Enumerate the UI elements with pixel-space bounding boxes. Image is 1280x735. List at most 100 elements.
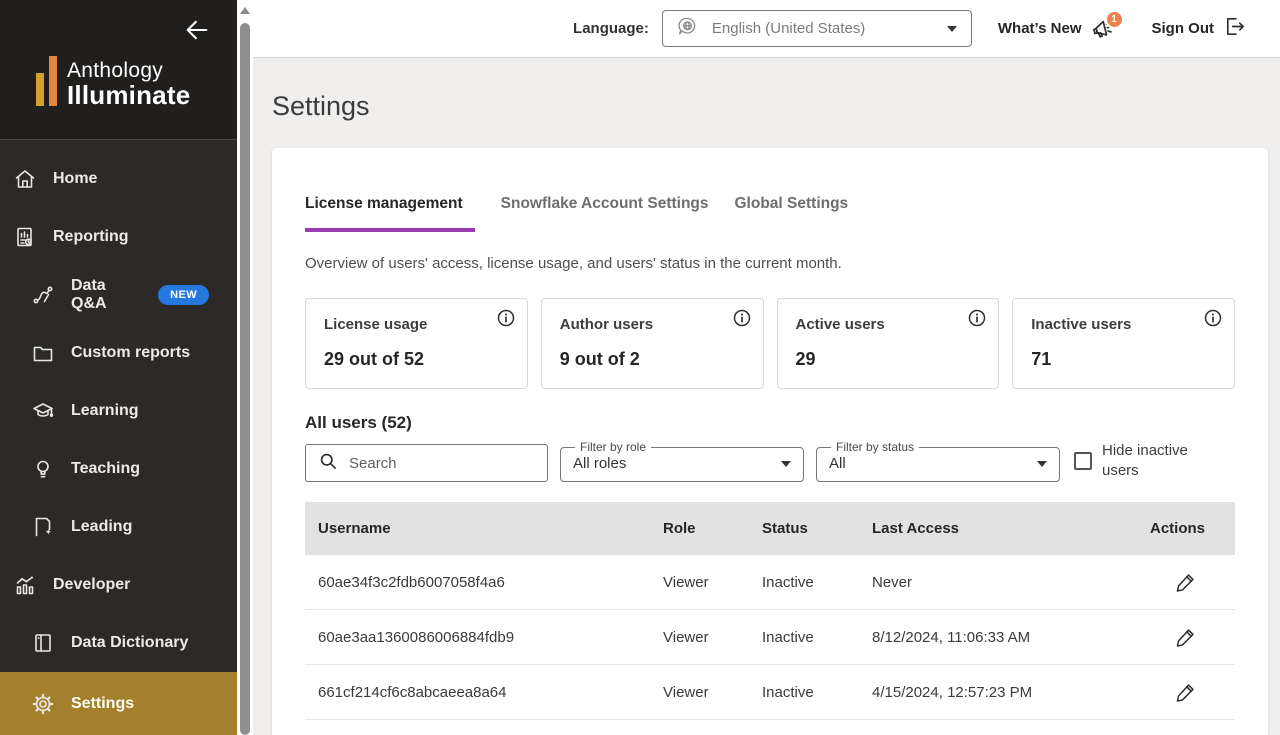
home-icon <box>12 166 38 192</box>
data-qa-icon <box>30 282 56 308</box>
sidebar-item-settings[interactable]: Settings <box>0 672 237 735</box>
filter-by-status-select[interactable]: Filter by status All <box>816 440 1060 482</box>
cell-last-access: 4/15/2024, 12:57:23 PM <box>872 683 1033 701</box>
cell-last-access: 8/12/2024, 11:06:33 AM <box>872 628 1031 646</box>
graduation-cap-icon <box>30 398 56 424</box>
sidebar-item-label: Learning <box>71 402 139 419</box>
analytics-chart-icon <box>12 572 38 598</box>
overview-description: Overview of users' access, license usage… <box>305 255 842 272</box>
sidebar-item-label: Reporting <box>53 228 129 245</box>
table-row: 60ae34f3c2fdb6007058f4a6 Viewer Inactive… <box>305 555 1235 610</box>
sidebar-item-home[interactable]: Home <box>0 150 237 208</box>
sidebar-item-label: Home <box>53 170 98 187</box>
stat-title: Inactive users <box>1031 316 1132 333</box>
lightbulb-icon <box>30 456 56 482</box>
logout-icon <box>1223 15 1246 42</box>
settings-card: License management Snowflake Account Set… <box>272 148 1268 735</box>
filter-by-role-select[interactable]: Filter by role All roles <box>560 440 804 482</box>
megaphone-icon: 1 <box>1090 9 1124 41</box>
stat-value: 71 <box>1031 349 1052 369</box>
chevron-down-icon <box>946 25 957 32</box>
new-badge: NEW <box>158 285 209 305</box>
scrollbar-up-arrow-icon[interactable] <box>240 7 250 14</box>
edit-pencil-icon[interactable] <box>1173 680 1197 704</box>
settings-tabs: License management Snowflake Account Set… <box>305 148 1235 232</box>
users-table-header: Username Role Status Last Access Actions <box>305 502 1235 555</box>
scrollbar-thumb[interactable] <box>240 23 250 735</box>
whats-new-badge: 1 <box>1104 9 1124 29</box>
sign-out-button[interactable]: Sign Out <box>1152 15 1247 42</box>
topbar: Language: English (United States) What’s… <box>253 0 1280 58</box>
tab-snowflake-account-settings[interactable]: Snowflake Account Settings <box>501 195 709 232</box>
cell-status: Inactive <box>762 683 814 701</box>
edit-pencil-icon[interactable] <box>1173 570 1197 594</box>
filter-row: Filter by role All roles Filter by statu… <box>305 440 1235 482</box>
stat-title: License usage <box>324 316 428 333</box>
brand-name-top: Anthology <box>67 58 164 82</box>
sidebar-item-label: Leading <box>71 518 133 535</box>
sidebar-item-label: Developer <box>53 576 131 593</box>
sidebar-item-custom-reports[interactable]: Custom reports <box>0 324 237 382</box>
folder-icon <box>30 340 56 366</box>
whats-new-button[interactable]: What’s New 1 <box>997 9 1124 41</box>
vertical-scrollbar <box>237 0 253 735</box>
whats-new-label: What’s New <box>997 20 1082 37</box>
stat-value: 9 out of 2 <box>559 349 640 369</box>
chevron-down-icon <box>1037 460 1047 467</box>
collapse-sidebar-arrow-icon[interactable] <box>183 16 211 44</box>
sidebar-item-label: Data Dictionary <box>71 634 189 651</box>
tab-global-settings[interactable]: Global Settings <box>735 195 849 232</box>
page-title: Settings <box>272 91 370 121</box>
users-table: Username Role Status Last Access Actions… <box>305 502 1235 720</box>
sidebar-item-data-qa[interactable]: Data Q&A NEW <box>0 266 237 324</box>
cell-role: Viewer <box>663 683 709 701</box>
column-header-last-access: Last Access <box>872 520 959 537</box>
info-icon[interactable] <box>496 308 516 328</box>
search-input[interactable] <box>349 454 535 472</box>
tab-license-management[interactable]: License management <box>305 195 475 232</box>
stat-title: Active users <box>795 316 885 333</box>
cell-username: 60ae3aa1360086006884fdb9 <box>318 628 515 646</box>
sidebar-item-leading[interactable]: Leading <box>0 498 237 556</box>
hide-inactive-users-control: Hide inactive users <box>1074 441 1198 483</box>
edit-pencil-icon[interactable] <box>1173 625 1197 649</box>
page-content: Settings License management Snowflake Ac… <box>253 58 1280 735</box>
column-header-status: Status <box>762 520 808 537</box>
info-icon[interactable] <box>1203 308 1223 328</box>
stat-card-active-users: Active users 29 <box>776 298 1000 389</box>
filter-by-status-label: Filter by status <box>836 440 915 454</box>
column-header-actions: Actions <box>1149 520 1205 537</box>
sidebar-item-label: Teaching <box>71 460 141 477</box>
stat-card-inactive-users: Inactive users 71 <box>1012 298 1235 389</box>
hide-inactive-users-label: Hide inactive users <box>1102 441 1188 479</box>
report-document-icon <box>12 224 38 250</box>
chevron-down-icon <box>781 460 791 467</box>
stat-card-license-usage: License usage 29 out of 52 <box>305 298 528 389</box>
stat-value: 29 out of 52 <box>324 349 425 369</box>
table-row: 60ae3aa1360086006884fdb9 Viewer Inactive… <box>305 610 1235 665</box>
stat-cards-row: License usage 29 out of 52 Author users … <box>305 298 1235 389</box>
hide-inactive-users-checkbox[interactable] <box>1074 451 1092 470</box>
brand-name-bottom: Illuminate <box>67 79 191 110</box>
sidebar-item-learning[interactable]: Learning <box>0 382 237 440</box>
sidebar-item-data-dictionary[interactable]: Data Dictionary <box>0 614 237 672</box>
column-header-username: Username <box>318 520 391 537</box>
search-box <box>305 444 548 482</box>
info-icon[interactable] <box>732 308 752 328</box>
filter-by-status-value: All <box>829 455 846 472</box>
sidebar-item-reporting[interactable]: Reporting <box>0 208 237 266</box>
cell-status: Inactive <box>762 573 814 591</box>
language-label: Language: <box>573 20 649 37</box>
sidebar-item-developer[interactable]: Developer <box>0 556 237 614</box>
stat-title: Author users <box>559 316 654 333</box>
info-icon[interactable] <box>967 308 987 328</box>
all-users-heading: All users (52) <box>305 413 412 432</box>
sidebar-item-teaching[interactable]: Teaching <box>0 440 237 498</box>
document-star-icon <box>30 514 56 540</box>
sidebar-item-label: Settings <box>71 694 135 712</box>
logo-bars-icon <box>36 56 57 109</box>
cell-role: Viewer <box>663 628 709 646</box>
language-select[interactable]: English (United States) <box>661 10 972 47</box>
cell-status: Inactive <box>762 628 814 646</box>
sidebar-header: Anthology Illuminate <box>0 0 237 140</box>
